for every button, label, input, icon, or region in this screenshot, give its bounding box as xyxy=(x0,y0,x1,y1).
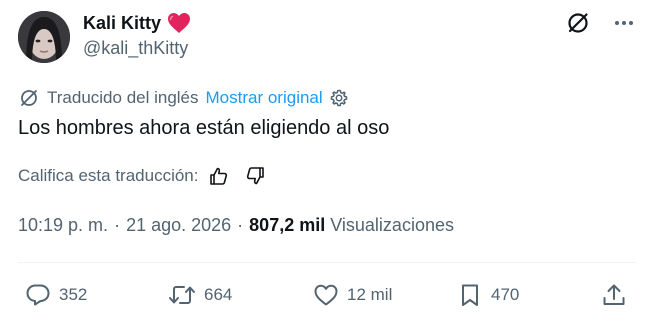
rate-translation-label: Califica esta traducción: xyxy=(18,166,199,185)
views-label: Visualizaciones xyxy=(330,215,454,235)
share-button[interactable] xyxy=(600,281,635,309)
thumbs-down-icon[interactable] xyxy=(244,165,266,187)
tweet-text: Los hombres ahora están eligiendo al oso xyxy=(18,117,390,139)
like-icon xyxy=(314,284,338,306)
translate-slashed-circle-icon xyxy=(21,90,37,106)
bookmark-count: 470 xyxy=(491,285,520,304)
show-original-link[interactable]: Mostrar original xyxy=(206,88,323,108)
author-display-name[interactable]: Kali Kitty xyxy=(83,13,161,34)
divider xyxy=(18,262,636,263)
reply-icon xyxy=(26,284,50,306)
tweet-meta: 10:19 p. m. · 21 ago. 2026 · 807,2 mil V… xyxy=(18,215,454,236)
share-icon xyxy=(603,284,625,305)
thumbs-up-icon[interactable] xyxy=(208,165,230,187)
gear-icon[interactable] xyxy=(329,88,349,108)
like-button[interactable]: 12 mil xyxy=(312,281,392,309)
rate-translation-row: Califica esta traducción: xyxy=(18,165,266,187)
repost-count: 664 xyxy=(204,285,233,304)
reply-button[interactable]: 352 xyxy=(24,281,87,309)
tweet-date[interactable]: 21 ago. 2026 xyxy=(126,215,231,236)
translation-bar: Traducido del inglés Mostrar original xyxy=(18,87,349,109)
translation-label: Traducido del inglés xyxy=(47,88,199,107)
heart-emoji-icon xyxy=(168,13,191,33)
avatar[interactable] xyxy=(18,11,70,63)
meta-separator: · xyxy=(114,215,121,235)
avatar-image xyxy=(18,11,70,63)
repost-button[interactable]: 664 xyxy=(167,281,232,309)
bookmark-button[interactable]: 470 xyxy=(456,281,519,309)
reply-count: 352 xyxy=(59,285,88,304)
meta-separator: · xyxy=(237,215,244,235)
tweet-time[interactable]: 10:19 p. m. xyxy=(18,215,108,236)
author-handle[interactable]: @kali_thKitty xyxy=(83,38,188,59)
slashed-circle-icon[interactable] xyxy=(565,10,591,36)
repost-icon xyxy=(169,286,195,304)
author-name-row[interactable]: Kali Kitty xyxy=(83,12,191,34)
bookmark-icon xyxy=(462,284,478,306)
views-count: 807,2 mil xyxy=(249,215,326,235)
more-dots-icon[interactable] xyxy=(613,12,635,34)
like-count: 12 mil xyxy=(347,285,393,304)
tweet-top-actions xyxy=(565,10,635,36)
